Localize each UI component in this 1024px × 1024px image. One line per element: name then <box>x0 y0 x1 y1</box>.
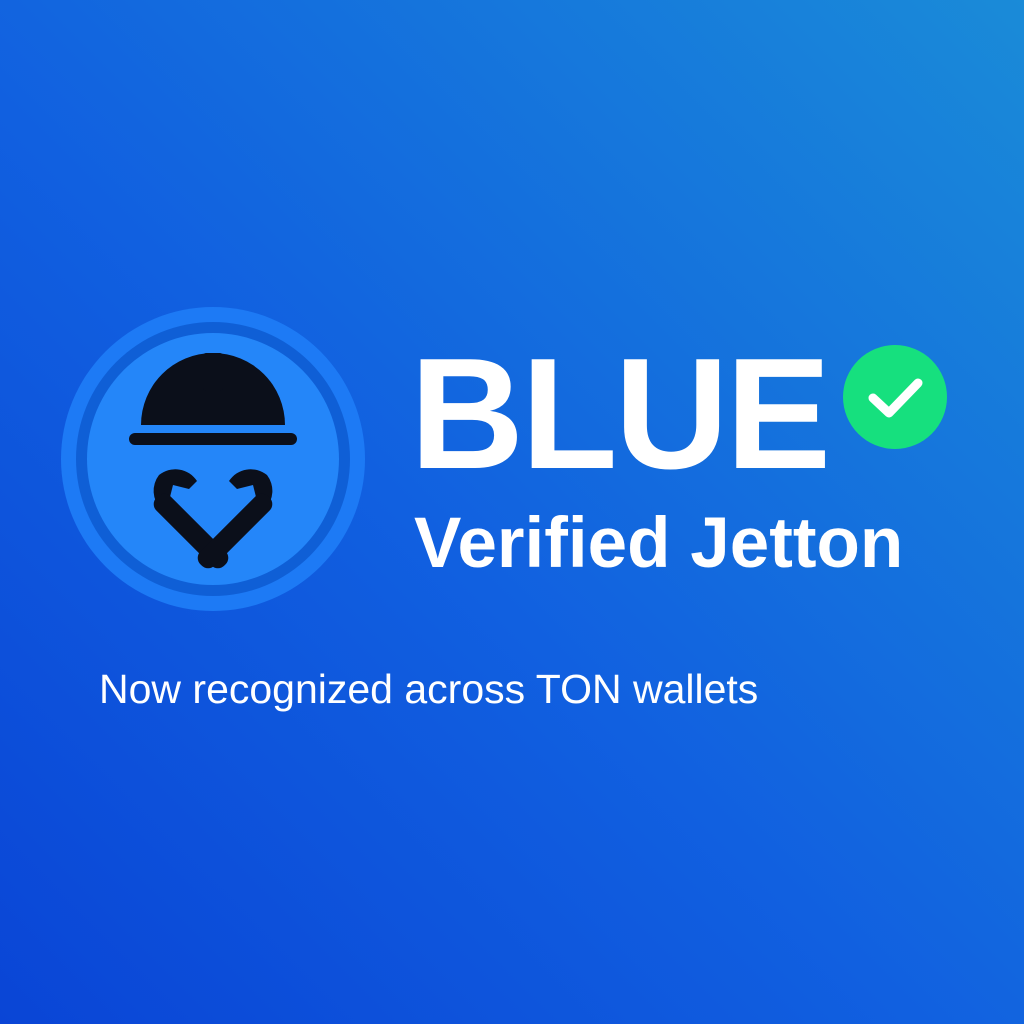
token-name: BLUE <box>410 326 831 502</box>
promo-canvas: BLUE Verified Jetton Now recognized acro… <box>0 0 1024 1024</box>
tagline: Now recognized across TON wallets <box>99 666 759 712</box>
token-subtitle: Verified Jetton <box>414 504 904 583</box>
worker-helmet-crossed-wrenches-icon <box>61 307 365 611</box>
checkmark-icon <box>843 345 947 449</box>
verified-badge <box>843 345 947 449</box>
token-logo <box>61 307 365 611</box>
